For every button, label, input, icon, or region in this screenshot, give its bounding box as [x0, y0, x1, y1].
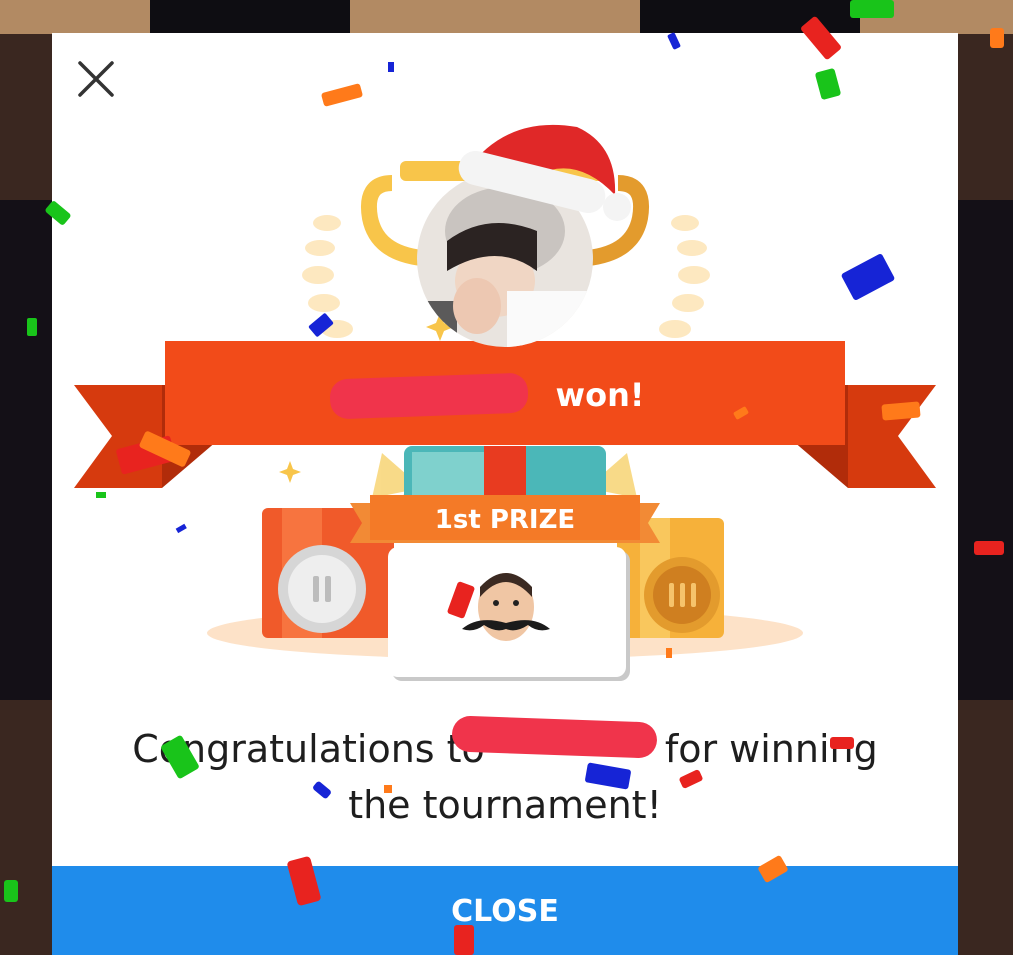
silver-medal-icon: [278, 545, 366, 633]
redacted-winner-name: [329, 372, 529, 420]
bronze-medal-icon: [644, 557, 720, 633]
message-start: Congratulations to: [132, 727, 485, 771]
won-label: won!: [555, 376, 645, 414]
redacted-winner-name-message: [451, 715, 658, 759]
santa-hat-icon: [458, 124, 631, 221]
prize-label: 1st PRIZE: [434, 505, 576, 535]
message-end: for winning: [664, 727, 878, 771]
tournament-winner-dialog: won! 1st PRIZE Congratulations to for win…: [52, 33, 958, 955]
prize-card: [388, 547, 626, 677]
close-button[interactable]: CLOSE: [52, 866, 958, 955]
laurel-right-icon: [640, 215, 710, 360]
prize-character-icon: [462, 573, 550, 641]
message-line-2: the tournament!: [348, 783, 662, 827]
laurel-left-icon: [302, 215, 372, 360]
